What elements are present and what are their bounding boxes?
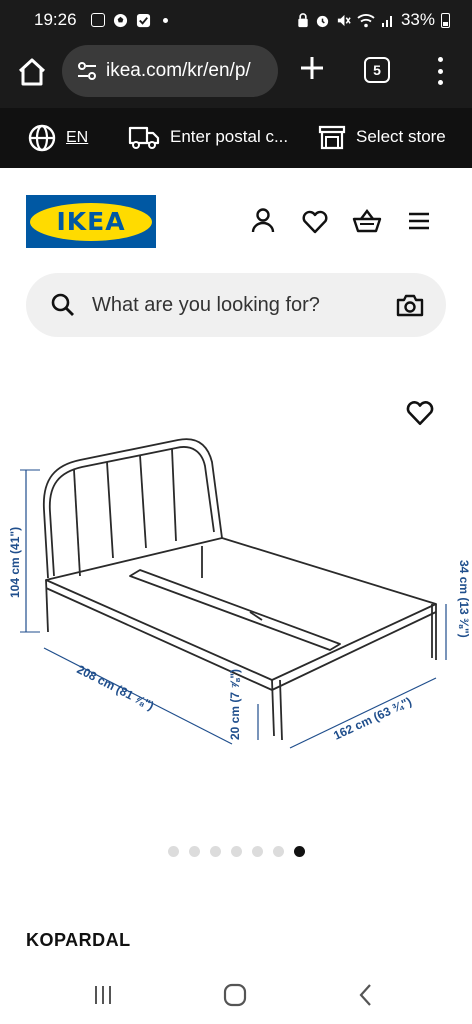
store-selector[interactable]: Select store xyxy=(318,124,446,150)
carousel-dot[interactable] xyxy=(210,846,221,857)
basket-button[interactable] xyxy=(352,206,382,236)
search-icon xyxy=(51,293,74,316)
alarm-icon xyxy=(316,15,329,27)
home-button[interactable] xyxy=(14,54,50,90)
width-dimension-label: 162 cm (63 ¾") xyxy=(331,694,413,742)
url-text: ikea.com/kr/en/p/ xyxy=(106,60,251,81)
status-bar: 19:26 33% xyxy=(0,0,472,40)
menu-dot xyxy=(437,80,443,85)
add-to-favourites-button[interactable] xyxy=(404,396,436,428)
carousel-dot[interactable] xyxy=(189,846,200,857)
home-nav-button[interactable] xyxy=(220,980,250,1010)
recent-apps-button[interactable] xyxy=(88,980,118,1010)
browser-toolbar: ikea.com/kr/en/p/ 5 xyxy=(0,40,472,108)
signal-icon xyxy=(381,15,392,27)
carousel-dot[interactable] xyxy=(231,846,242,857)
ikea-utility-strip: EN Enter postal c... Select store xyxy=(0,108,472,168)
delivery-truck-icon xyxy=(128,126,160,149)
favourites-button[interactable] xyxy=(300,206,330,236)
language-label: EN xyxy=(66,129,89,146)
frame-height-dimension-label: 34 cm (13 ⅜") xyxy=(457,560,471,638)
battery-icon xyxy=(441,12,450,28)
search-placeholder: What are you looking for? xyxy=(92,293,320,316)
leg-height-dimension-label: 20 cm (7 ⅞") xyxy=(228,669,242,740)
menu-dot xyxy=(437,68,443,74)
site-settings-icon[interactable] xyxy=(76,60,98,82)
back-chevron-icon xyxy=(359,984,371,1006)
height-dimension-label: 104 cm (41") xyxy=(8,527,22,598)
checkbox-icon xyxy=(136,13,150,27)
postal-label: Enter postal c... xyxy=(170,127,289,146)
main-menu-button[interactable] xyxy=(404,206,434,236)
browser-menu-button[interactable] xyxy=(430,54,450,88)
wifi-icon xyxy=(357,13,375,27)
system-navigation-bar xyxy=(0,966,472,1024)
language-selector[interactable]: EN xyxy=(28,124,88,152)
store-label: Select store xyxy=(356,127,446,146)
tab-switcher-button[interactable]: 5 xyxy=(364,57,390,83)
heart-icon xyxy=(302,210,328,234)
person-icon xyxy=(251,208,275,233)
mute-icon xyxy=(337,14,351,26)
notification-dot-icon xyxy=(162,17,168,23)
ikea-logo[interactable]: IKEA xyxy=(26,195,156,248)
plus-icon xyxy=(301,57,323,79)
hamburger-icon xyxy=(409,212,429,230)
site-header: IKEA xyxy=(0,168,472,268)
battery-percent: 33% xyxy=(400,10,435,29)
carousel-dot[interactable] xyxy=(168,846,179,857)
home-icon xyxy=(18,58,46,86)
menu-dot xyxy=(437,57,443,62)
product-name: KOPARDAL xyxy=(26,930,131,950)
carousel-dot[interactable] xyxy=(294,846,305,857)
store-icon xyxy=(318,125,346,150)
heart-icon xyxy=(406,401,434,426)
carousel-dot[interactable] xyxy=(273,846,284,857)
status-time: 19:26 xyxy=(34,10,77,29)
lock-icon xyxy=(298,12,308,27)
recent-apps-icon xyxy=(95,986,111,1004)
search-bar[interactable]: What are you looking for? xyxy=(26,273,446,337)
postal-code-selector[interactable]: Enter postal c... xyxy=(128,124,288,150)
length-dimension-label: 208 cm (81 ⅞") xyxy=(75,662,157,713)
image-carousel-dots xyxy=(168,846,305,857)
home-circle-icon xyxy=(223,983,247,1007)
logo-text: IKEA xyxy=(30,202,152,241)
gallery-icon xyxy=(90,13,105,27)
carousel-dot[interactable] xyxy=(252,846,263,857)
globe-icon xyxy=(28,124,56,152)
back-nav-button[interactable] xyxy=(352,980,382,1010)
new-tab-button[interactable] xyxy=(296,52,328,84)
product-dimension-image[interactable]: 104 cm (41") 208 cm (81 ⅞") 20 cm (7 ⅞")… xyxy=(0,360,472,830)
camera-search-icon[interactable] xyxy=(396,293,424,317)
basket-icon xyxy=(352,209,382,233)
account-button[interactable] xyxy=(248,206,278,236)
address-bar[interactable]: ikea.com/kr/en/p/ xyxy=(62,45,278,97)
soccer-ball-icon xyxy=(113,13,127,27)
